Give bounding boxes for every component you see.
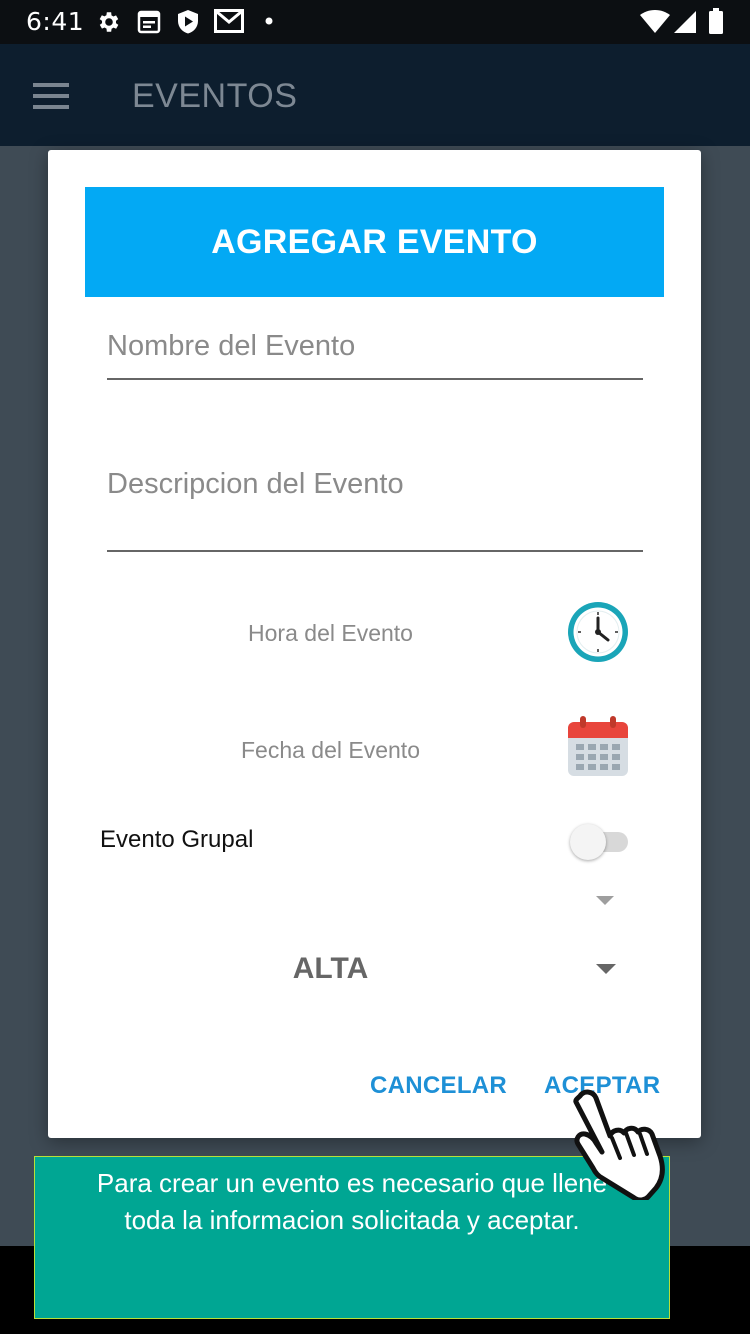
chevron-down-icon[interactable] bbox=[596, 896, 614, 905]
event-description-input[interactable] bbox=[107, 464, 643, 501]
tooltip-text: Para crear un evento es necesario que ll… bbox=[96, 1168, 608, 1235]
calendar-note-icon bbox=[137, 10, 161, 34]
add-event-dialog: AGREGAR EVENTO Hora del Evento Fecha del… bbox=[48, 150, 701, 1138]
clock-icon[interactable] bbox=[566, 600, 630, 664]
status-time: 6:41 bbox=[26, 7, 85, 36]
battery-icon bbox=[709, 8, 723, 34]
signal-icon bbox=[674, 11, 696, 33]
app-title: EVENTOS bbox=[132, 77, 298, 115]
event-time-label: Hora del Evento bbox=[248, 620, 413, 646]
calendar-icon[interactable] bbox=[566, 716, 630, 778]
dialog-title: AGREGAR EVENTO bbox=[211, 222, 538, 261]
wifi-icon bbox=[640, 10, 670, 33]
hand-pointer-icon bbox=[573, 1089, 665, 1200]
dropdown-arrow-icon bbox=[596, 964, 616, 974]
event-description-field[interactable] bbox=[107, 464, 643, 552]
hamburger-menu-icon[interactable] bbox=[33, 83, 69, 109]
priority-select[interactable]: ALTA bbox=[248, 940, 638, 1000]
event-name-input[interactable] bbox=[107, 330, 643, 363]
dialog-header: AGREGAR EVENTO bbox=[85, 187, 664, 297]
switch-thumb bbox=[570, 824, 606, 860]
gmail-icon bbox=[214, 9, 244, 33]
event-date-label: Fecha del Evento bbox=[240, 737, 420, 763]
group-event-switch[interactable] bbox=[570, 820, 630, 860]
group-event-label: Evento Grupal bbox=[100, 826, 254, 853]
status-bar: 6:41 bbox=[0, 0, 750, 44]
app-bar: EVENTOS bbox=[0, 44, 750, 146]
cancel-button[interactable]: CANCELAR bbox=[370, 1072, 507, 1100]
event-name-field[interactable] bbox=[107, 330, 643, 380]
shield-play-icon bbox=[178, 10, 198, 34]
dot-icon bbox=[265, 17, 273, 25]
priority-value: ALTA bbox=[292, 952, 369, 985]
gear-icon bbox=[99, 12, 119, 32]
